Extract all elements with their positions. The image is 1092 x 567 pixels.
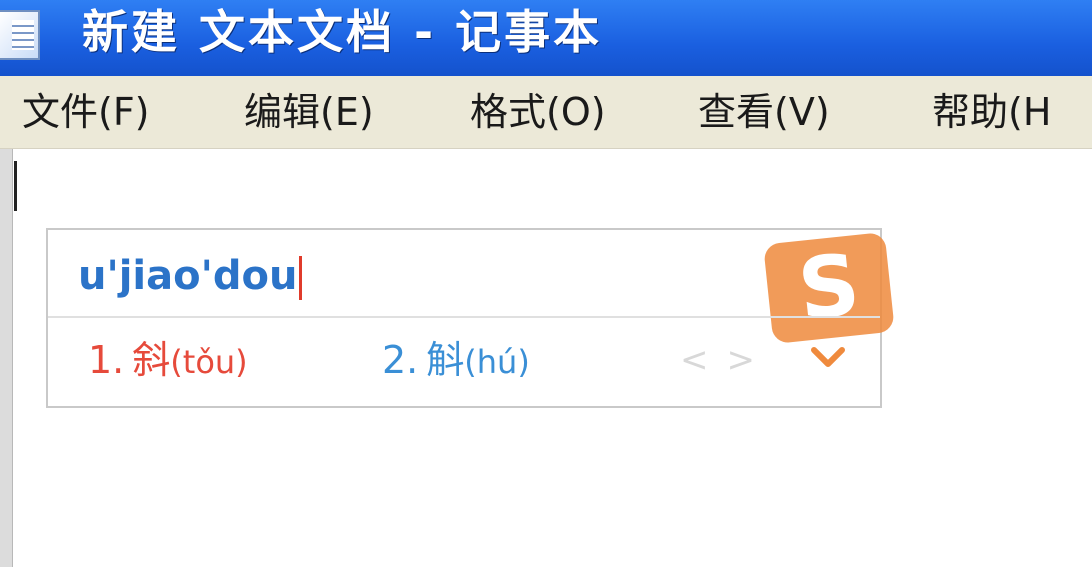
candidate-2[interactable]: 2. 斛(hú) xyxy=(382,332,530,388)
menu-format[interactable]: 格式(O) xyxy=(470,88,606,136)
menu-help[interactable]: 帮助(H xyxy=(932,88,1051,136)
candidate-number: 2. xyxy=(382,338,419,382)
menu-file[interactable]: 文件(F) xyxy=(22,88,150,136)
ime-candidate-window: u'jiao'dou S 1. 斜(tǒu) 2. 斛(hú) <> xyxy=(46,228,895,408)
candidate-reading: (hú) xyxy=(464,343,530,381)
logo-letter: S xyxy=(793,235,865,339)
page-arrows: <> xyxy=(680,336,773,384)
chevron-down-icon[interactable] xyxy=(808,338,848,378)
candidate-char: 斜 xyxy=(132,338,171,382)
next-page-icon[interactable]: > xyxy=(727,340,774,380)
menu-view[interactable]: 查看(V) xyxy=(698,88,830,136)
composition-text: u'jiao'dou xyxy=(78,253,298,299)
sogou-logo-icon[interactable]: S xyxy=(763,231,895,345)
ime-composition: u'jiao'dou xyxy=(78,248,303,304)
ime-divider xyxy=(48,316,880,318)
text-editor-area[interactable]: u'jiao'dou S 1. 斜(tǒu) 2. 斛(hú) <> xyxy=(0,149,1092,567)
composition-caret xyxy=(299,256,303,300)
prev-page-icon[interactable]: < xyxy=(680,340,727,380)
candidate-1[interactable]: 1. 斜(tǒu) xyxy=(88,332,248,388)
title-bar[interactable]: 新建 文本文档 - 记事本 xyxy=(0,0,1092,76)
text-caret xyxy=(14,161,17,211)
candidate-number: 1. xyxy=(88,338,125,382)
candidate-reading: (tǒu) xyxy=(170,343,248,381)
candidate-char: 斛 xyxy=(426,338,465,382)
menu-bar: 文件(F) 编辑(E) 格式(O) 查看(V) 帮助(H xyxy=(0,76,1092,149)
notepad-document-icon[interactable] xyxy=(0,10,40,60)
menu-edit[interactable]: 编辑(E) xyxy=(244,88,374,136)
window-title: 新建 文本文档 - 记事本 xyxy=(82,5,603,59)
window-left-border xyxy=(0,149,13,567)
